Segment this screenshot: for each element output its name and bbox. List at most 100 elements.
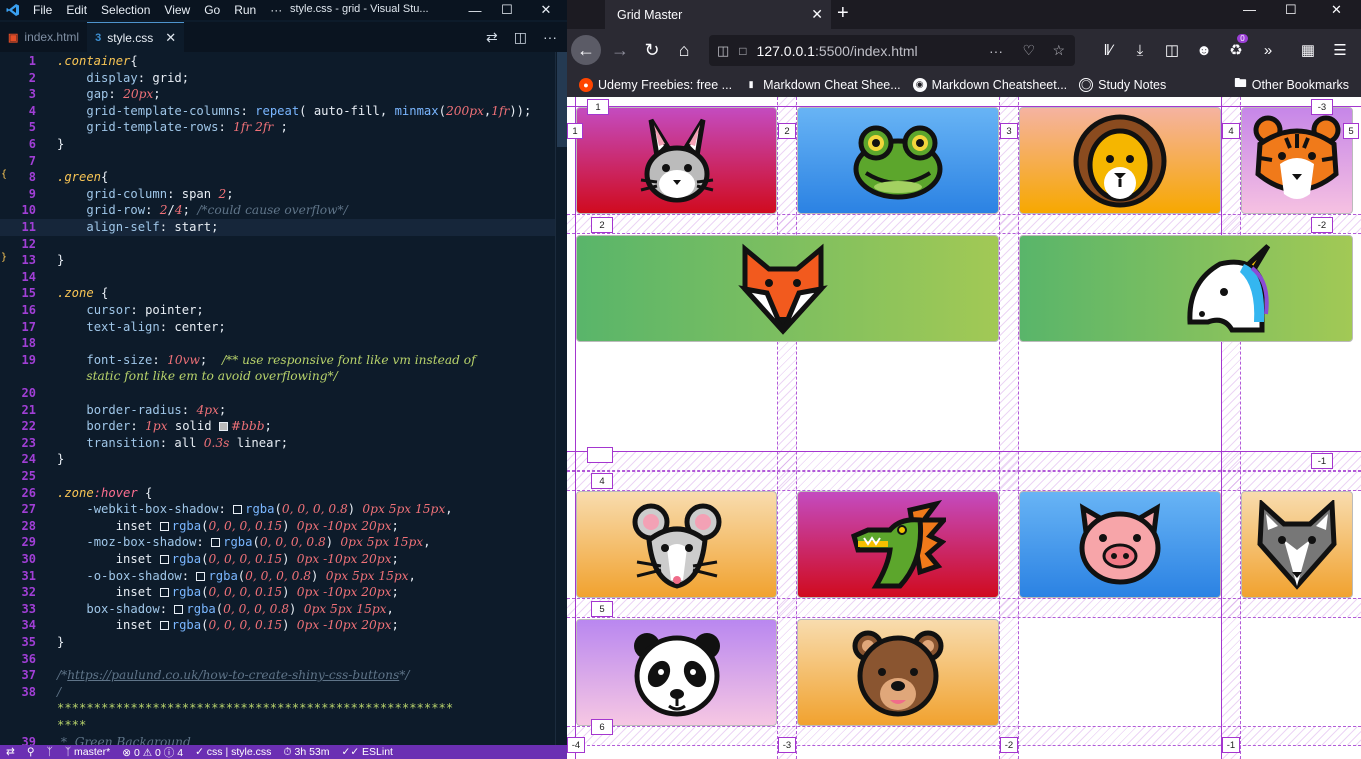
code-line[interactable]: 5 grid-template-rows: 1fr 2fr ; xyxy=(0,119,555,136)
bookmark-markdown-cheat-sheet[interactable]: ▮ Markdown Cheat Shee... xyxy=(744,78,901,92)
page-info-icon[interactable]: □ xyxy=(739,44,746,58)
editor-scrollbar[interactable] xyxy=(555,52,567,745)
more-actions-icon[interactable]: ··· xyxy=(543,29,557,45)
code-line[interactable]: 39 * Green Backaround xyxy=(0,734,555,745)
bookmark-star-icon[interactable]: ☆ xyxy=(1052,42,1065,59)
grid-zone-mouse[interactable] xyxy=(576,491,777,598)
code-line[interactable]: 33 box-shadow: rgba(0, 0, 0, 0.8) 0px 5p… xyxy=(0,601,555,618)
code-line[interactable]: 14 xyxy=(0,269,555,286)
code-line[interactable]: 10 grid-row: 2/4; /*could cause overflow… xyxy=(0,202,555,219)
page-actions-icon[interactable]: ··· xyxy=(989,43,1003,59)
close-tab-icon[interactable]: ✕ xyxy=(811,6,823,23)
code-line[interactable]: 1 .container{ xyxy=(0,53,555,70)
remote-icon[interactable]: ⇄ xyxy=(6,746,15,758)
code-line[interactable]: 21 border-radius: 4px; xyxy=(0,402,555,419)
extensions-puzzle-icon[interactable]: ▦ xyxy=(1295,35,1321,65)
code-line[interactable]: 22 border: 1px solid #bbb; xyxy=(0,418,555,435)
url-bar[interactable]: ◫ □ 127.0.0.1:5500/index.html ··· ♡ ☆ xyxy=(709,35,1075,66)
code-line[interactable]: 30 inset rgba(0, 0, 0, 0.15) 0px -10px 2… xyxy=(0,551,555,568)
scrollbar-thumb[interactable] xyxy=(557,52,567,147)
code-line[interactable]: 34 inset rgba(0, 0, 0, 0.15) 0px -10px 2… xyxy=(0,617,555,634)
compare-changes-icon[interactable]: ⇄ xyxy=(486,29,498,46)
tab-style-css[interactable]: 3 style.css ✕ xyxy=(87,22,185,52)
close-icon[interactable]: ✕ xyxy=(528,0,564,20)
code-line[interactable]: 6} xyxy=(0,136,555,153)
code-line[interactable]: 25 xyxy=(0,468,555,485)
code-line[interactable]: 2 display: grid; xyxy=(0,70,555,87)
menu-run[interactable]: Run xyxy=(227,3,263,17)
code-line[interactable]: 35} xyxy=(0,634,555,651)
hamburger-menu-icon[interactable]: ☰ xyxy=(1327,35,1353,65)
grid-zone-panda[interactable] xyxy=(576,619,777,726)
code-line[interactable]: 7 xyxy=(0,153,555,170)
code-line[interactable]: 24} xyxy=(0,451,555,468)
code-line[interactable]: 31 -o-box-shadow: rgba(0, 0, 0, 0.8) 0px… xyxy=(0,568,555,585)
eslint-indicator[interactable]: ✓✓ ESLint xyxy=(342,746,393,758)
code-line[interactable]: static font like em to avoid overflowing… xyxy=(0,368,555,385)
forward-arrow-icon[interactable]: → xyxy=(605,35,635,65)
extension-icon[interactable]: ♻ 0 xyxy=(1223,34,1249,65)
downloads-icon[interactable]: ⤓ xyxy=(1127,35,1153,65)
code-line[interactable]: 36 xyxy=(0,651,555,668)
grid-zone-fox[interactable] xyxy=(576,235,999,342)
language-indicator[interactable]: ✓ css | style.css xyxy=(195,746,271,758)
grid-zone-bear[interactable] xyxy=(797,619,999,726)
code-line[interactable]: 8 .green{ xyxy=(0,169,555,186)
code-line[interactable]: 9 grid-column: span 2; xyxy=(0,186,555,203)
grid-zone-wolf[interactable] xyxy=(1241,491,1353,598)
code-line[interactable]: **** xyxy=(0,717,555,734)
minimize-icon[interactable]: — xyxy=(457,0,493,20)
menu-selection[interactable]: Selection xyxy=(94,3,157,17)
grid-zone-tiger[interactable] xyxy=(1241,107,1353,214)
code-line[interactable]: 20 xyxy=(0,385,555,402)
menu-file[interactable]: File xyxy=(26,3,59,17)
code-line[interactable]: 23 transition: all 0.3s linear; xyxy=(0,435,555,452)
bookmark-markdown-cheatsheet[interactable]: ◉ Markdown Cheatsheet... xyxy=(912,77,1067,92)
code-line[interactable]: 27 -webkit-box-shadow: rgba(0, 0, 0, 0.8… xyxy=(0,501,555,518)
new-tab-icon[interactable]: + xyxy=(837,2,849,25)
account-icon[interactable]: ☻ xyxy=(1191,35,1217,65)
code-line[interactable]: 28 inset rgba(0, 0, 0, 0.15) 0px -10px 2… xyxy=(0,518,555,535)
overflow-chevron-icon[interactable]: » xyxy=(1255,35,1281,65)
bookmark-study-notes[interactable]: ◯ Study Notes xyxy=(1079,77,1166,92)
tab-index-html[interactable]: ▣ index.html xyxy=(0,22,87,52)
browser-tab[interactable]: Grid Master ✕ xyxy=(605,0,831,29)
sidebar-icon[interactable]: ◫ xyxy=(1159,35,1185,65)
code-line[interactable]: 11 align-self: start; xyxy=(0,219,555,236)
other-bookmarks[interactable]: 🖿 Other Bookmarks xyxy=(1234,74,1349,95)
code-line[interactable]: 38 / xyxy=(0,684,555,701)
grid-zone-lion[interactable] xyxy=(1019,107,1221,214)
code-line[interactable]: 26 .zone:hover { xyxy=(0,485,555,502)
grid-zone-unicorn[interactable] xyxy=(1019,235,1353,342)
code-line[interactable]: 15 .zone { xyxy=(0,285,555,302)
menu-more[interactable]: ··· xyxy=(263,3,289,17)
close-tab-icon[interactable]: ✕ xyxy=(165,30,176,46)
back-arrow-icon[interactable]: ← xyxy=(571,35,601,65)
tracking-shield-icon[interactable]: ◫ xyxy=(717,43,729,59)
search-icon[interactable]: ⚲ xyxy=(27,746,35,758)
code-line[interactable]: ****************************************… xyxy=(0,700,555,717)
code-line[interactable]: 17 text-align: center; xyxy=(0,319,555,336)
source-control-icon[interactable]: ᛉ xyxy=(47,746,53,758)
code-line[interactable]: 19 font-size: 10vw; /** use responsive f… xyxy=(0,352,555,369)
grid-zone-frog[interactable] xyxy=(797,107,999,214)
home-icon[interactable]: ⌂ xyxy=(669,35,699,65)
branch-indicator[interactable]: ᛉ master* xyxy=(65,746,110,758)
bookmark-udemy[interactable]: ● Udemy Freebies: free ... xyxy=(579,77,732,92)
menu-edit[interactable]: Edit xyxy=(59,3,94,17)
pocket-icon[interactable]: ♡ xyxy=(1022,42,1035,59)
code-line[interactable]: 3 gap: 20px; xyxy=(0,86,555,103)
code-line[interactable]: 18 xyxy=(0,335,555,352)
grid-zone-rabbit[interactable] xyxy=(576,107,777,214)
grid-zone-dragon[interactable] xyxy=(797,491,999,598)
code-line[interactable]: 29 -moz-box-shadow: rgba(0, 0, 0, 0.8) 0… xyxy=(0,534,555,551)
code-line[interactable]: 12 xyxy=(0,236,555,253)
reload-icon[interactable]: ↻ xyxy=(637,35,667,65)
split-editor-icon[interactable]: ◫ xyxy=(514,29,527,46)
code-line[interactable]: 16 cursor: pointer; xyxy=(0,302,555,319)
code-line[interactable]: 37 /*https://paulund.co.uk/how-to-create-… xyxy=(0,667,555,684)
grid-zone-pig[interactable] xyxy=(1019,491,1221,598)
menu-go[interactable]: Go xyxy=(197,3,227,17)
problems-indicator[interactable]: ⊗ 0 ⚠ 0 ⓘ 4 xyxy=(122,745,183,759)
code-editor[interactable]: 1 .container{2 display: grid; 3 gap: 20px;… xyxy=(0,52,567,745)
